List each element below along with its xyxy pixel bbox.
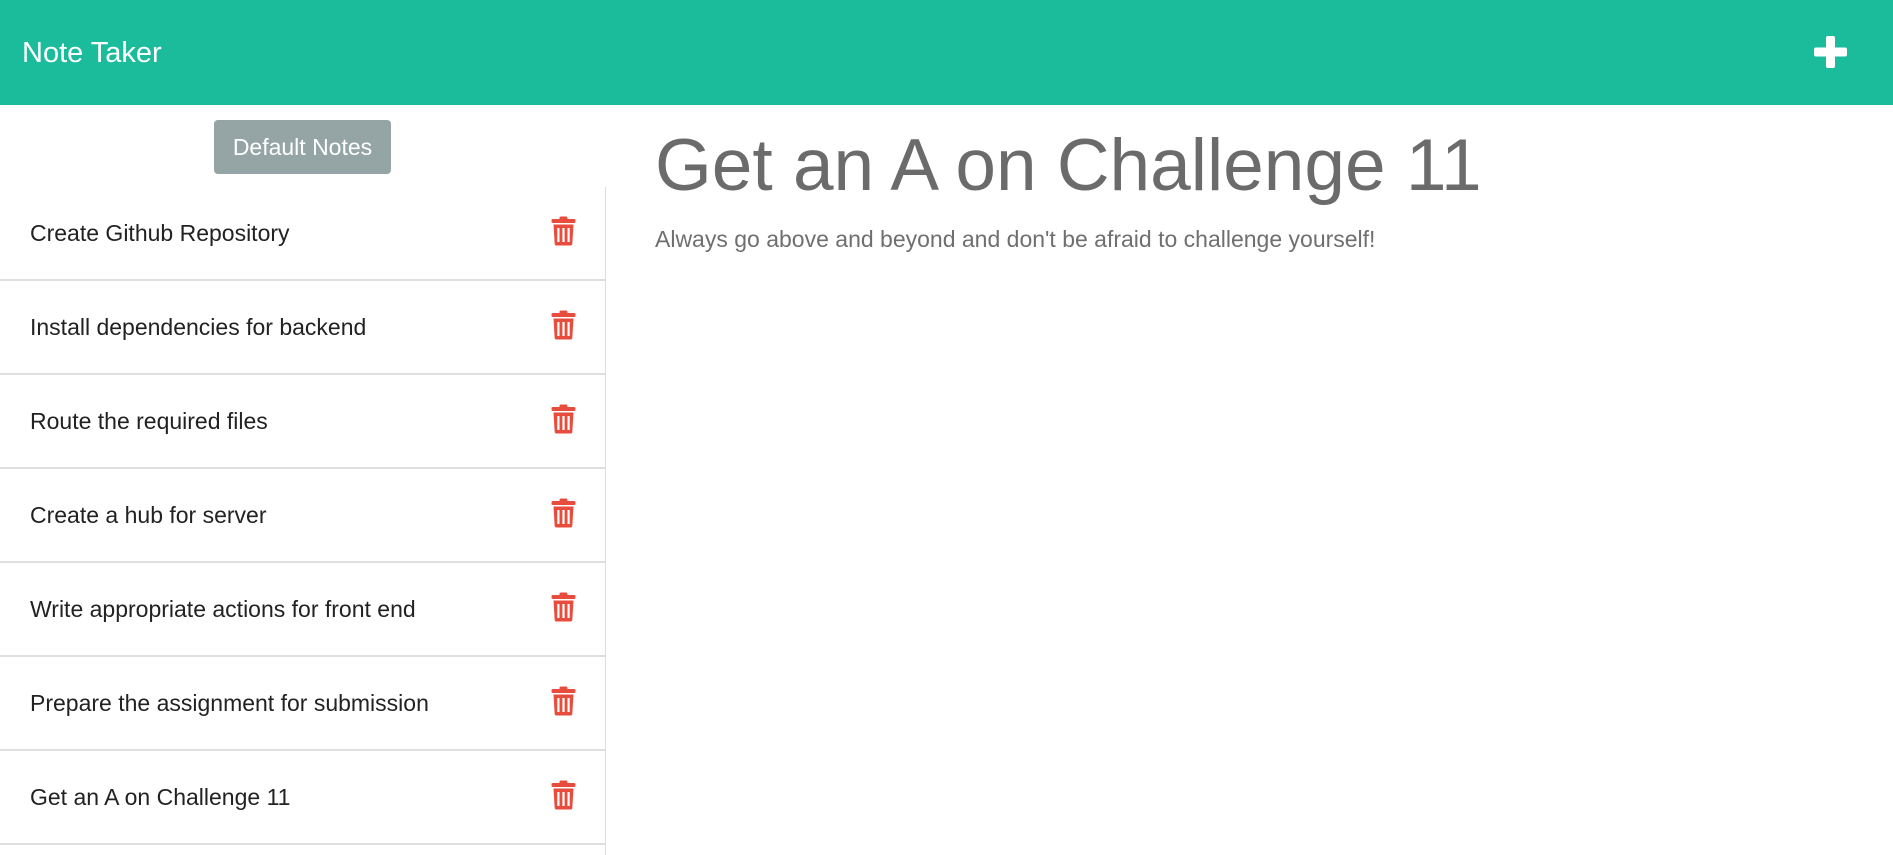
list-item[interactable]: Write appropriate actions for front end <box>0 563 605 657</box>
trash-icon <box>551 216 576 246</box>
add-note-button[interactable] <box>1808 30 1852 74</box>
trash-icon <box>551 498 576 528</box>
delete-note-button[interactable] <box>551 216 576 246</box>
list-item[interactable]: Get an A on Challenge 11 <box>0 751 605 845</box>
plus-icon <box>1814 36 1847 68</box>
delete-note-button[interactable] <box>551 592 576 622</box>
trash-icon <box>551 310 576 340</box>
note-title-input[interactable]: Get an A on Challenge 11 <box>655 122 1482 210</box>
list-item[interactable]: Route the required files <box>0 375 605 469</box>
navbar: Note Taker <box>0 0 1893 105</box>
default-notes-button[interactable]: Default Notes <box>214 120 391 174</box>
note-item-title: Route the required files <box>30 408 268 434</box>
delete-note-button[interactable] <box>551 404 576 434</box>
list-item[interactable]: Create Github Repository <box>0 187 605 281</box>
delete-note-button[interactable] <box>551 498 576 528</box>
delete-note-button[interactable] <box>551 310 576 340</box>
notes-list: Create Github Repository Install depende… <box>0 187 606 855</box>
trash-icon <box>551 780 576 810</box>
list-item[interactable]: Create a hub for server <box>0 469 605 563</box>
delete-note-button[interactable] <box>551 780 576 810</box>
app-title[interactable]: Note Taker <box>22 33 162 73</box>
note-item-title: Prepare the assignment for submission <box>30 690 429 716</box>
note-item-title: Write appropriate actions for front end <box>30 596 416 622</box>
list-item[interactable]: Install dependencies for backend <box>0 281 605 375</box>
trash-icon <box>551 592 576 622</box>
note-item-title: Install dependencies for backend <box>30 314 367 340</box>
trash-icon <box>551 404 576 434</box>
list-item[interactable]: Prepare the assignment for submission <box>0 657 605 751</box>
note-item-title: Create a hub for server <box>30 502 267 528</box>
note-item-title: Get an A on Challenge 11 <box>30 784 291 810</box>
trash-icon <box>551 686 576 716</box>
note-item-title: Create Github Repository <box>30 220 290 246</box>
delete-note-button[interactable] <box>551 686 576 716</box>
note-text-textarea[interactable]: Always go above and beyond and don't be … <box>655 223 1375 255</box>
